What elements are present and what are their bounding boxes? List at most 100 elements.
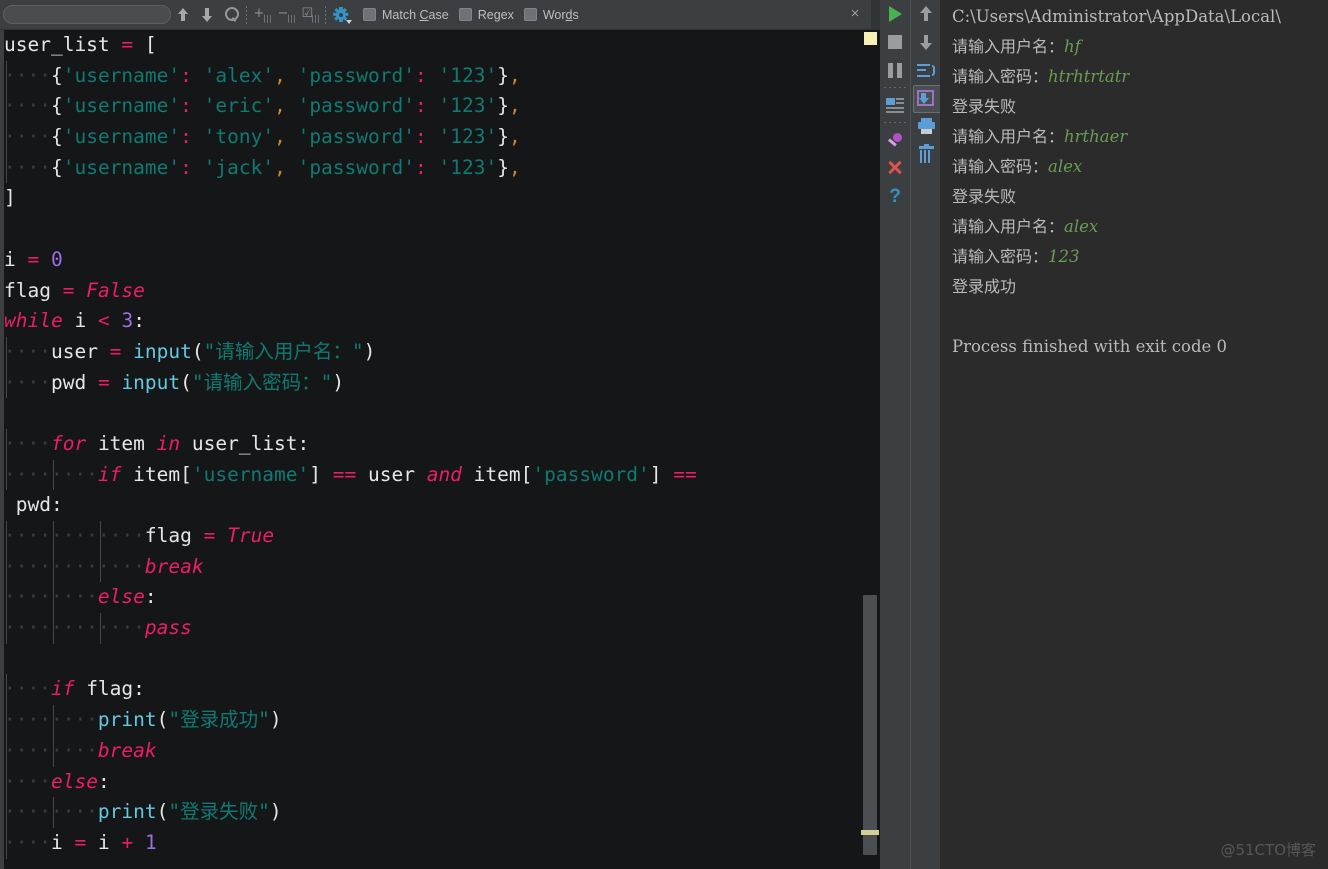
code-token: '123' — [438, 155, 498, 179]
indent-guide — [6, 459, 7, 491]
add-occurrence-button[interactable]: + — [250, 3, 274, 27]
code-token: break — [144, 554, 204, 578]
code-line: pwd: — [4, 490, 860, 521]
scroll-up-button[interactable] — [911, 0, 941, 28]
match-case-checkbox[interactable]: Match Case — [363, 3, 449, 27]
code-token: : — [414, 94, 427, 118]
indent-guide — [6, 613, 7, 644]
code-line: ············pass — [4, 613, 860, 644]
indent-guide — [52, 582, 54, 614]
console-line: 请输入密码：123 — [952, 242, 1328, 272]
indent-guide — [6, 91, 7, 123]
code-token: '123' — [438, 94, 498, 118]
magnifier-icon — [224, 7, 239, 22]
console-token: alex — [1048, 157, 1083, 176]
console-line: 登录成功 — [952, 272, 1328, 302]
console-output: C:\Users\Administrator\AppData\Local\ 请输入… — [952, 2, 1328, 362]
select-all-occurrences-button[interactable]: ☑ — [298, 3, 322, 27]
indent-guide — [6, 551, 7, 583]
code-token: } — [497, 125, 509, 149]
code-token: ···· — [4, 431, 51, 455]
code-token: ) — [363, 339, 376, 363]
stop-button[interactable] — [880, 28, 910, 56]
play-icon — [888, 6, 902, 22]
code-token: pwd — [4, 493, 51, 517]
close-tab-button[interactable] — [880, 154, 910, 182]
code-token: 'username' — [62, 125, 181, 149]
scroll-to-end-icon — [917, 89, 935, 107]
print-button[interactable] — [911, 112, 941, 140]
code-token: in — [156, 431, 181, 455]
remove-occurrence-button[interactable]: − — [274, 3, 298, 27]
code-token: i — [86, 830, 122, 854]
indent-guide — [6, 60, 7, 92]
warning-marker-secondary[interactable] — [861, 830, 879, 835]
code-token: else — [97, 585, 145, 609]
code-line: ····for item in user_list: — [4, 428, 860, 460]
code-token: ············ — [4, 554, 145, 578]
code-token: ( — [156, 708, 169, 732]
code-token: ···· — [4, 830, 51, 854]
show-console-button[interactable] — [880, 91, 910, 119]
code-token: 'password' — [297, 63, 415, 87]
indent-guide — [6, 674, 7, 706]
ide-window: + − ☑ Match Case Regex Words × user_list… — [0, 0, 1328, 869]
code-content: user_list = [····{'username': 'alex', 'p… — [4, 30, 860, 869]
code-token: 'jack' — [203, 155, 275, 179]
close-find-button[interactable]: × — [846, 4, 864, 22]
code-editor[interactable]: user_list = [····{'username': 'alex', 'p… — [0, 30, 880, 869]
code-token: while — [4, 309, 63, 333]
search-input[interactable] — [3, 5, 171, 24]
rerun-button[interactable] — [880, 0, 910, 28]
console-line: 请输入密码：htrhtrtatr — [952, 62, 1328, 92]
code-token: 0 — [50, 247, 63, 271]
checkbox-box — [458, 8, 472, 21]
find-previous-button[interactable] — [171, 3, 195, 27]
code-token: : — [180, 125, 192, 149]
code-token: 'username' — [191, 462, 310, 486]
warning-marker[interactable] — [864, 32, 877, 45]
code-token: : — [414, 63, 427, 87]
console-line: 请输入用户名：alex — [952, 212, 1328, 242]
code-token: = — [97, 370, 110, 394]
find-next-button[interactable] — [195, 3, 219, 27]
pin-tab-button[interactable] — [880, 126, 910, 154]
run-console-panel[interactable]: C:\Users\Administrator\AppData\Local\ 请输入… — [940, 0, 1328, 869]
indent-guide — [6, 735, 7, 767]
words-checkbox[interactable]: Words — [523, 3, 579, 27]
find-in-selection-button[interactable] — [219, 3, 243, 27]
help-button[interactable]: ? — [880, 182, 910, 210]
code-token: 'password' — [297, 155, 415, 179]
code-token: user — [356, 462, 427, 486]
code-token: "请输入密码：" — [191, 370, 333, 394]
find-settings-button[interactable] — [329, 3, 353, 27]
code-line: ····{'username': 'eric', 'password': '12… — [4, 91, 860, 123]
code-token: ············ — [4, 524, 145, 547]
indent-guide — [6, 122, 7, 153]
console-token: 请输入用户名： — [952, 37, 1065, 56]
find-toolbar: + − ☑ Match Case Regex Words × — [0, 0, 880, 30]
scrollbar-thumb[interactable] — [863, 595, 877, 855]
code-token: '123' — [438, 63, 498, 87]
code-token: = — [74, 830, 87, 854]
question-mark-icon: ? — [889, 185, 901, 207]
pause-button[interactable] — [880, 56, 910, 84]
scroll-to-end-button[interactable] — [911, 84, 941, 113]
clear-all-button[interactable] — [911, 140, 941, 168]
code-token: ···· — [4, 370, 51, 394]
code-token: { — [50, 63, 63, 87]
soft-wrap-button[interactable] — [911, 56, 941, 84]
regex-checkbox[interactable]: Regex — [458, 3, 514, 27]
console-token: htrhtrtatr — [1048, 67, 1130, 86]
editor-scrollbar-stripe[interactable] — [860, 30, 880, 869]
code-token: { — [50, 94, 63, 118]
console-line: 登录失败 — [952, 182, 1328, 212]
scroll-down-button[interactable] — [911, 28, 941, 56]
arrow-down-icon — [200, 7, 214, 22]
